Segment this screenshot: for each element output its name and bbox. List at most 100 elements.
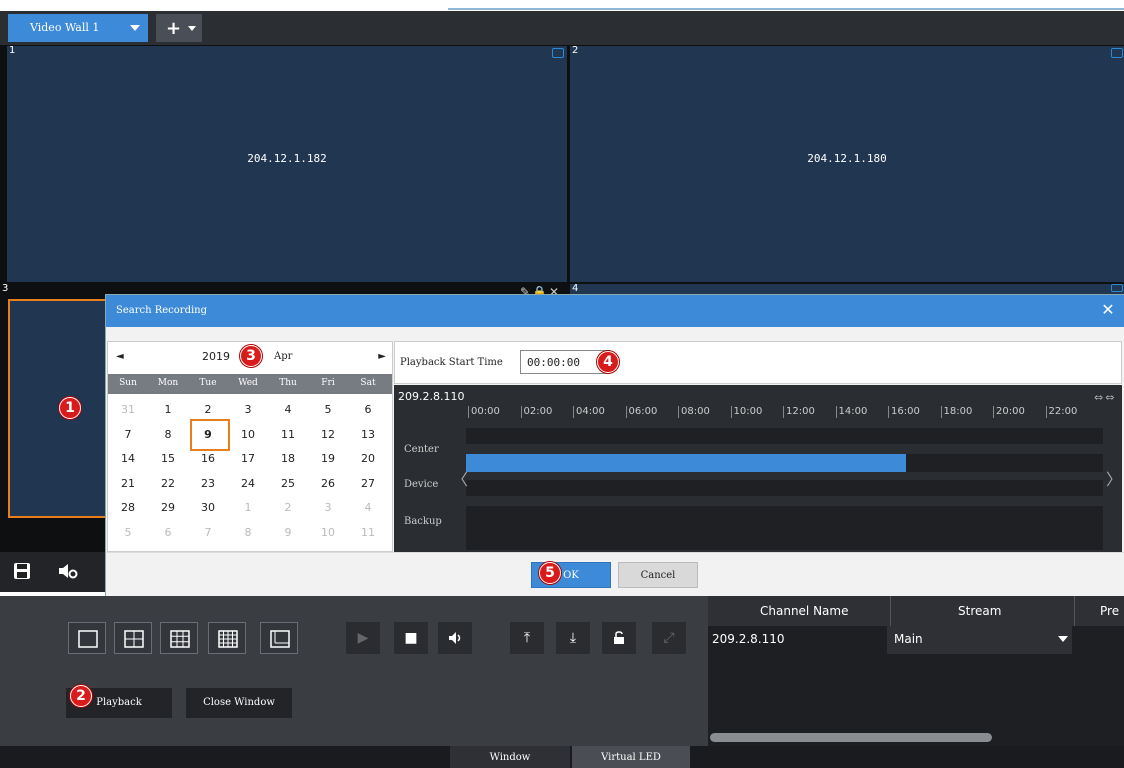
layout-1x1-button[interactable] — [68, 622, 106, 654]
callout-badge-3: 3 — [240, 345, 262, 367]
window-number: 3 — [2, 283, 9, 294]
calendar-day[interactable]: 1 — [148, 403, 188, 416]
timeline-scroll-right-icon[interactable]: 〉 — [1106, 466, 1122, 490]
close-icon[interactable]: ✕ — [1098, 300, 1118, 320]
calendar-day[interactable]: 14 — [108, 452, 148, 465]
column-header-preset[interactable]: Pre — [1100, 604, 1119, 618]
calendar-day[interactable]: 5 — [308, 403, 348, 416]
speaker-icon — [449, 632, 461, 644]
calendar-day[interactable]: 28 — [108, 501, 148, 514]
calendar-day[interactable]: 2 — [268, 501, 308, 514]
calendar-day[interactable]: 7 — [108, 428, 148, 441]
selected-window-frame[interactable] — [8, 299, 108, 518]
timeline-tick-label: 20:00 — [993, 406, 1025, 418]
calendar-day[interactable]: 26 — [308, 477, 348, 490]
video-window-4[interactable]: 4 — [570, 283, 1124, 294]
layout-2x2-button[interactable] — [114, 622, 152, 654]
calendar-day[interactable]: 19 — [308, 452, 348, 465]
tab-video-wall-1[interactable]: Video Wall 1 — [8, 14, 148, 42]
column-header-channel[interactable]: Channel Name — [760, 604, 848, 618]
calendar-day[interactable]: 27 — [348, 477, 388, 490]
calendar-day[interactable]: 25 — [268, 477, 308, 490]
calendar-day[interactable]: 4 — [348, 501, 388, 514]
calendar-day[interactable]: 8 — [148, 428, 188, 441]
calendar-day[interactable]: 6 — [148, 526, 188, 539]
calendar-day[interactable]: 2 — [188, 403, 228, 416]
calendar-day[interactable]: 13 — [348, 428, 388, 441]
upload-icon[interactable]: ⤒ — [510, 622, 544, 654]
layout-custom-button[interactable] — [260, 622, 298, 654]
tab-window[interactable]: Window — [450, 746, 570, 768]
layout-3x3-button[interactable] — [160, 622, 198, 654]
calendar-day[interactable]: 22 — [148, 477, 188, 490]
calendar-day[interactable]: 11 — [268, 428, 308, 441]
calendar-day[interactable]: 7 — [188, 526, 228, 539]
audio-button[interactable] — [438, 622, 472, 654]
timeline-tick-label: 00:00 — [468, 406, 500, 418]
timeline-lane-backup[interactable] — [466, 506, 1103, 550]
chevron-down-icon[interactable] — [130, 25, 140, 31]
column-header-stream[interactable]: Stream — [958, 604, 1001, 618]
calendar-day[interactable]: 21 — [108, 477, 148, 490]
calendar-year[interactable]: 2019 — [202, 350, 230, 363]
monitor-icon[interactable] — [552, 48, 564, 58]
timeline-tick-label: 08:00 — [678, 406, 710, 418]
calendar-month[interactable]: Apr — [274, 351, 292, 362]
download-icon[interactable]: ⤓ — [556, 622, 590, 654]
add-wall-button[interactable]: + — [156, 14, 202, 42]
horizontal-scrollbar[interactable] — [710, 733, 992, 742]
calendar-day[interactable]: 15 — [148, 452, 188, 465]
calendar-day[interactable]: 9 — [268, 526, 308, 539]
calendar-day[interactable]: 4 — [268, 403, 308, 416]
calendar-day[interactable]: 18 — [268, 452, 308, 465]
unlock-icon[interactable] — [602, 622, 636, 654]
calendar-day[interactable]: 24 — [228, 477, 268, 490]
timeline-lane-center[interactable] — [466, 428, 1103, 444]
stop-button[interactable]: ■ — [394, 622, 428, 654]
prev-month-icon[interactable]: ◄ — [116, 351, 124, 362]
audio-settings-icon[interactable] — [58, 562, 78, 582]
video-window-2[interactable]: 2 204.12.1.180 — [570, 45, 1124, 282]
calendar-day[interactable]: 6 — [348, 403, 388, 416]
calendar-day[interactable]: 12 — [308, 428, 348, 441]
calendar-day[interactable]: 31 — [108, 403, 148, 416]
calendar-day[interactable]: 11 — [348, 526, 388, 539]
layout-3x3-icon — [170, 630, 190, 648]
monitor-icon[interactable] — [1111, 48, 1123, 58]
calendar-day[interactable]: 30 — [188, 501, 228, 514]
chevron-down-icon[interactable] — [1058, 636, 1068, 642]
close-window-button[interactable]: Close Window — [186, 688, 292, 718]
play-button[interactable]: ▶ — [346, 622, 380, 654]
calendar-day[interactable]: 5 — [108, 526, 148, 539]
device-recording-bar[interactable] — [466, 454, 906, 472]
calendar-day[interactable]: 3 — [228, 403, 268, 416]
calendar-day[interactable]: 23 — [188, 477, 228, 490]
video-window-1[interactable]: 1 204.12.1.182 — [7, 45, 567, 282]
calendar-day[interactable]: 16 — [188, 452, 228, 465]
chevron-down-icon[interactable] — [188, 26, 196, 31]
monitor-icon[interactable] — [1111, 284, 1123, 292]
next-month-icon[interactable]: ► — [378, 351, 386, 362]
fullscreen-icon[interactable]: ⤢ — [652, 622, 686, 654]
calendar-day[interactable]: 10 — [308, 526, 348, 539]
timeline-lane-device[interactable] — [466, 480, 1103, 496]
cancel-button-label: Cancel — [640, 570, 676, 581]
calendar-day[interactable]: 3 — [308, 501, 348, 514]
calendar-day[interactable]: 17 — [228, 452, 268, 465]
layout-4x4-button[interactable] — [208, 622, 246, 654]
tab-virtual-led[interactable]: Virtual LED — [572, 746, 690, 768]
calendar-day[interactable]: 8 — [228, 526, 268, 539]
timeline-scroll-left-icon[interactable]: 〈 — [452, 466, 468, 490]
calendar-day[interactable]: 1 — [228, 501, 268, 514]
tab-virtual-led-label: Virtual LED — [601, 752, 661, 763]
calendar-day[interactable]: 20 — [348, 452, 388, 465]
ok-button-label: OK — [563, 570, 579, 581]
save-icon[interactable] — [12, 562, 32, 582]
calendar-day[interactable]: 9 — [188, 428, 228, 441]
timeline-zoom-icon[interactable]: ⇔⇔ — [1094, 391, 1116, 404]
calendar-day[interactable]: 10 — [228, 428, 268, 441]
calendar-day[interactable]: 29 — [148, 501, 188, 514]
timeline-tick-label: 10:00 — [730, 406, 762, 418]
cancel-button[interactable]: Cancel — [618, 562, 698, 588]
callout-badge-2: 2 — [70, 685, 92, 707]
